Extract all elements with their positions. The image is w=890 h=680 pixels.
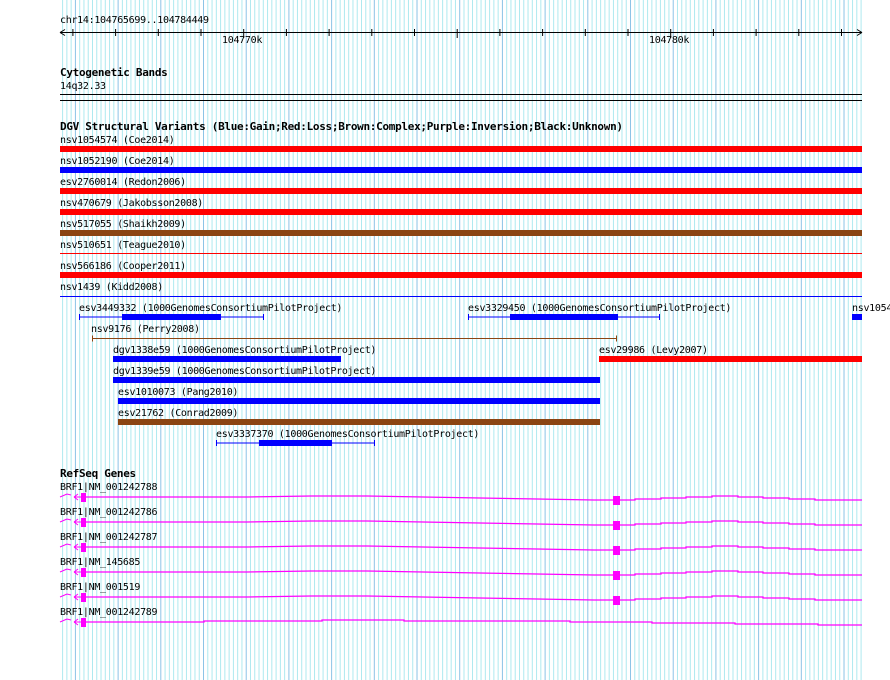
gene-exon [613, 596, 620, 605]
strand-arrow [59, 568, 81, 576]
sv-feature-bar [60, 230, 862, 236]
sv-feature-bar [60, 146, 862, 152]
sv-feature-label[interactable]: dgv1339e59 (1000GenomesConsortiumPilotPr… [113, 366, 376, 377]
strand-arrow [59, 618, 81, 626]
gene-exon [81, 543, 86, 552]
sv-feature-label[interactable]: esv3337370 (1000GenomesConsortiumPilotPr… [216, 429, 479, 440]
gene-label[interactable]: BRF1|NM_145685 [60, 557, 140, 568]
gene-label[interactable]: BRF1|NM_001242787 [60, 532, 158, 543]
sv-feature-bar [60, 188, 862, 194]
strand-arrow [59, 593, 81, 601]
sv-feature-bar [510, 314, 618, 320]
sv-feature-label[interactable]: esv2760014 (Redon2006) [60, 177, 186, 188]
cytoband-label: 14q32.33 [60, 81, 106, 92]
sv-feature-label[interactable]: esv29986 (Levy2007) [599, 345, 708, 356]
refseq-track-title[interactable]: RefSeq Genes [60, 468, 136, 479]
gene-exon [81, 618, 86, 627]
strand-arrow [59, 518, 81, 526]
gene-exon [81, 518, 86, 527]
sv-feature-bar [60, 272, 862, 278]
ruler-tick-label: 104780k [649, 35, 690, 46]
strand-arrow [59, 493, 81, 501]
sv-feature-label[interactable]: nsv1054 [852, 303, 890, 314]
sv-feature-label[interactable]: nsv9176 (Perry2008) [91, 324, 200, 335]
gene-exon [613, 496, 620, 505]
sv-feature-label[interactable]: nsv517055 (Shaikh2009) [60, 219, 186, 230]
sv-feature-bar [113, 356, 341, 362]
sv-feature-label[interactable]: nsv470679 (Jakobsson2008) [60, 198, 203, 209]
sv-feature-bar [599, 356, 862, 362]
sv-feature-label[interactable]: nsv1052190 (Coe2014) [60, 156, 175, 167]
sv-feature-label[interactable]: esv3449332 (1000GenomesConsortiumPilotPr… [79, 303, 342, 314]
sv-feature-bar [852, 314, 862, 320]
ruler-tick-label: 104770k [222, 35, 263, 46]
sv-feature-label[interactable]: nsv510651 (Teague2010) [60, 240, 186, 251]
sv-feature-label[interactable]: esv21762 (Conrad2009) [118, 408, 238, 419]
sv-feature-bar [60, 209, 862, 215]
sv-feature-bar [113, 377, 600, 383]
gene-exon [81, 568, 86, 577]
gene-exon [613, 546, 620, 555]
gene-label[interactable]: BRF1|NM_001519 [60, 582, 140, 593]
sv-feature-label[interactable]: nsv1054574 (Coe2014) [60, 135, 175, 146]
sv-feature-label[interactable]: esv3329450 (1000GenomesConsortiumPilotPr… [468, 303, 731, 314]
gene-label[interactable]: BRF1|NM_001242786 [60, 507, 158, 518]
dgv-track-title[interactable]: DGV Structural Variants (Blue:Gain;Red:L… [60, 121, 623, 132]
sv-feature-label[interactable]: esv1010073 (Pang2010) [118, 387, 238, 398]
sv-feature-bar [60, 167, 862, 173]
gene-label[interactable]: BRF1|NM_001242788 [60, 482, 158, 493]
sv-feature-bar [118, 398, 600, 404]
gene-exon [81, 593, 86, 602]
gene-exon [613, 521, 620, 530]
sv-feature-label[interactable]: nsv566186 (Cooper2011) [60, 261, 186, 272]
sv-feature-bar [259, 440, 332, 446]
gene-exon [81, 493, 86, 502]
track-graphics [59, 0, 863, 680]
cytoband-track-title[interactable]: Cytogenetic Bands [60, 67, 168, 78]
strand-arrow [59, 543, 81, 551]
sv-feature-bar [118, 419, 600, 425]
sv-feature-bar [122, 314, 221, 320]
gene-label[interactable]: BRF1|NM_001242789 [60, 607, 158, 618]
sv-feature-label[interactable]: nsv1439 (Kidd2008) [60, 282, 163, 293]
genome-browser-panel: chr14:104765699..104784449 104770k 10478… [0, 0, 890, 680]
gene-exon [613, 571, 620, 580]
sv-feature-label[interactable]: dgv1338e59 (1000GenomesConsortiumPilotPr… [113, 345, 376, 356]
region-label: chr14:104765699..104784449 [60, 15, 209, 26]
